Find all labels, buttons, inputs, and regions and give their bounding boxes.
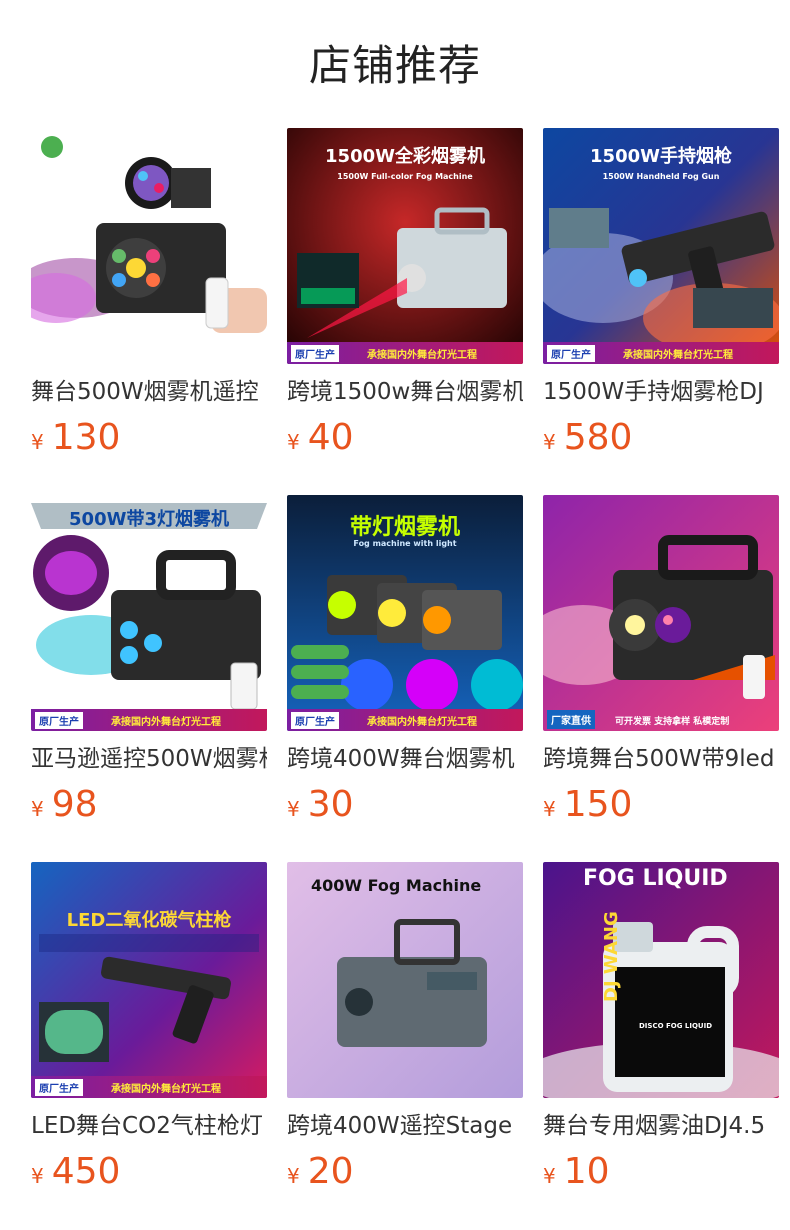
- currency-symbol: ¥: [287, 430, 300, 454]
- price-amount: 10: [563, 1151, 610, 1192]
- product-card[interactable]: 带灯烟雾机 Fog machine with light 原厂生产 承接国内外舞…: [287, 495, 523, 831]
- price-amount: 30: [307, 784, 354, 825]
- currency-symbol: ¥: [31, 797, 44, 821]
- product-name[interactable]: 跨境400W舞台烟雾机: [287, 743, 523, 775]
- fog-liquid-bottle-illustration: [543, 862, 779, 1098]
- currency-symbol: ¥: [31, 1164, 44, 1188]
- image-brand: DJ WANG: [601, 911, 622, 1002]
- product-price: ¥ 30: [287, 783, 523, 831]
- image-badge: 原厂生产: [291, 712, 339, 729]
- product-image[interactable]: 1500W全彩烟雾机 1500W Full-color Fog Machine …: [287, 128, 523, 364]
- product-image[interactable]: 1500W手持烟枪 1500W Handheld Fog Gun 原厂生产 承接…: [543, 128, 779, 364]
- product-card[interactable]: LED二氧化碳气柱枪 原厂生产 承接国内外舞台灯光工程 LED舞台CO2气柱枪灯…: [31, 862, 267, 1198]
- product-image[interactable]: LED二氧化碳气柱枪 原厂生产 承接国内外舞台灯光工程: [31, 862, 267, 1098]
- price-amount: 98: [51, 784, 98, 825]
- image-badge: 原厂生产: [35, 1079, 83, 1096]
- price-amount: 580: [563, 417, 633, 458]
- product-card[interactable]: 1500W手持烟枪 1500W Handheld Fog Gun 原厂生产 承接…: [543, 128, 779, 464]
- product-price: ¥ 450: [31, 1150, 267, 1198]
- image-banner-text: 承接国内外舞台灯光工程: [111, 717, 221, 728]
- currency-symbol: ¥: [287, 797, 300, 821]
- price-amount: 450: [51, 1151, 121, 1192]
- product-name[interactable]: 舞台500W烟雾机遥控: [31, 376, 267, 408]
- currency-symbol: ¥: [31, 430, 44, 454]
- image-banner-text: 承接国内外舞台灯光工程: [367, 717, 477, 728]
- product-image[interactable]: 500W带3灯烟雾机 原厂生产 承接国内外舞台灯光工程: [31, 495, 267, 731]
- currency-symbol: ¥: [543, 797, 556, 821]
- image-banner-text: 承接国内外舞台灯光工程: [367, 350, 477, 361]
- image-subtitle: 1500W Handheld Fog Gun: [602, 172, 720, 181]
- product-card[interactable]: 400W Fog Machine 跨境400W遥控Stage ¥ 20: [287, 862, 523, 1198]
- product-name[interactable]: 跨境1500w舞台烟雾机: [287, 376, 523, 408]
- image-headline: 1500W全彩烟雾机: [325, 146, 485, 167]
- product-name[interactable]: 舞台专用烟雾油DJ4.5: [543, 1110, 779, 1142]
- image-banner-text: 可开发票 支持拿样 私模定制: [615, 717, 730, 727]
- product-name[interactable]: 亚马逊遥控500W烟雾机: [31, 743, 267, 775]
- product-image[interactable]: 带灯烟雾机 Fog machine with light 原厂生产 承接国内外舞…: [287, 495, 523, 731]
- product-price: ¥ 40: [287, 416, 523, 464]
- currency-symbol: ¥: [543, 1164, 556, 1188]
- fog-machine-illustration: [31, 128, 267, 364]
- image-headline: 500W带3灯烟雾机: [69, 509, 229, 530]
- product-card[interactable]: 1500W全彩烟雾机 1500W Full-color Fog Machine …: [287, 128, 523, 464]
- product-name[interactable]: 跨境400W遥控Stage: [287, 1110, 523, 1142]
- product-image[interactable]: 厂家直供 可开发票 支持拿样 私模定制: [543, 495, 779, 731]
- image-subtitle: 1500W Full-color Fog Machine: [337, 172, 473, 181]
- fog-machine-illustration: [543, 495, 779, 731]
- product-card[interactable]: 厂家直供 可开发票 支持拿样 私模定制 跨境舞台500W带9led ¥ 150: [543, 495, 779, 831]
- product-price: ¥ 150: [543, 783, 779, 831]
- price-amount: 40: [307, 417, 354, 458]
- product-image[interactable]: 400W Fog Machine: [287, 862, 523, 1098]
- product-image[interactable]: [31, 128, 267, 364]
- co2-gun-illustration: [31, 862, 267, 1098]
- product-card[interactable]: 舞台500W烟雾机遥控 ¥ 130: [31, 128, 267, 464]
- image-banner-text: 承接国内外舞台灯光工程: [111, 1084, 221, 1095]
- image-headline: FOG LIQUID: [583, 866, 728, 891]
- image-banner-text: 承接国内外舞台灯光工程: [623, 350, 733, 361]
- product-image[interactable]: FOG LIQUID DJ WANG DISCO FOG LIQUID: [543, 862, 779, 1098]
- image-headline: LED二氧化碳气柱枪: [66, 910, 232, 931]
- product-grid: 舞台500W烟雾机遥控 ¥ 130 1500W全彩烟雾机 1500W Full-…: [0, 0, 790, 1230]
- product-card[interactable]: FOG LIQUID DJ WANG DISCO FOG LIQUID 舞台专用…: [543, 862, 779, 1198]
- image-label: DISCO FOG LIQUID: [639, 1022, 713, 1030]
- product-price: ¥ 130: [31, 416, 267, 464]
- currency-symbol: ¥: [287, 1164, 300, 1188]
- product-price: ¥ 580: [543, 416, 779, 464]
- product-price: ¥ 98: [31, 783, 267, 831]
- price-amount: 130: [51, 417, 121, 458]
- product-name[interactable]: LED舞台CO2气柱枪灯: [31, 1110, 267, 1142]
- fog-machine-illustration: [287, 862, 523, 1098]
- image-badge: 厂家直供: [547, 710, 595, 729]
- image-headline: 400W Fog Machine: [311, 876, 482, 895]
- image-subtitle: Fog machine with light: [353, 539, 457, 548]
- price-amount: 150: [563, 784, 633, 825]
- image-badge: 原厂生产: [35, 712, 83, 729]
- image-badge: 原厂生产: [547, 345, 595, 362]
- currency-symbol: ¥: [543, 430, 556, 454]
- image-headline: 带灯烟雾机: [349, 515, 460, 540]
- price-amount: 20: [307, 1151, 354, 1192]
- image-headline: 1500W手持烟枪: [590, 146, 732, 167]
- product-name[interactable]: 跨境舞台500W带9led: [543, 743, 779, 775]
- product-name[interactable]: 1500W手持烟雾枪DJ: [543, 376, 779, 408]
- image-badge: 原厂生产: [291, 345, 339, 362]
- product-price: ¥ 10: [543, 1150, 779, 1198]
- product-card[interactable]: 500W带3灯烟雾机 原厂生产 承接国内外舞台灯光工程 亚马逊遥控500W烟雾机…: [31, 495, 267, 831]
- product-price: ¥ 20: [287, 1150, 523, 1198]
